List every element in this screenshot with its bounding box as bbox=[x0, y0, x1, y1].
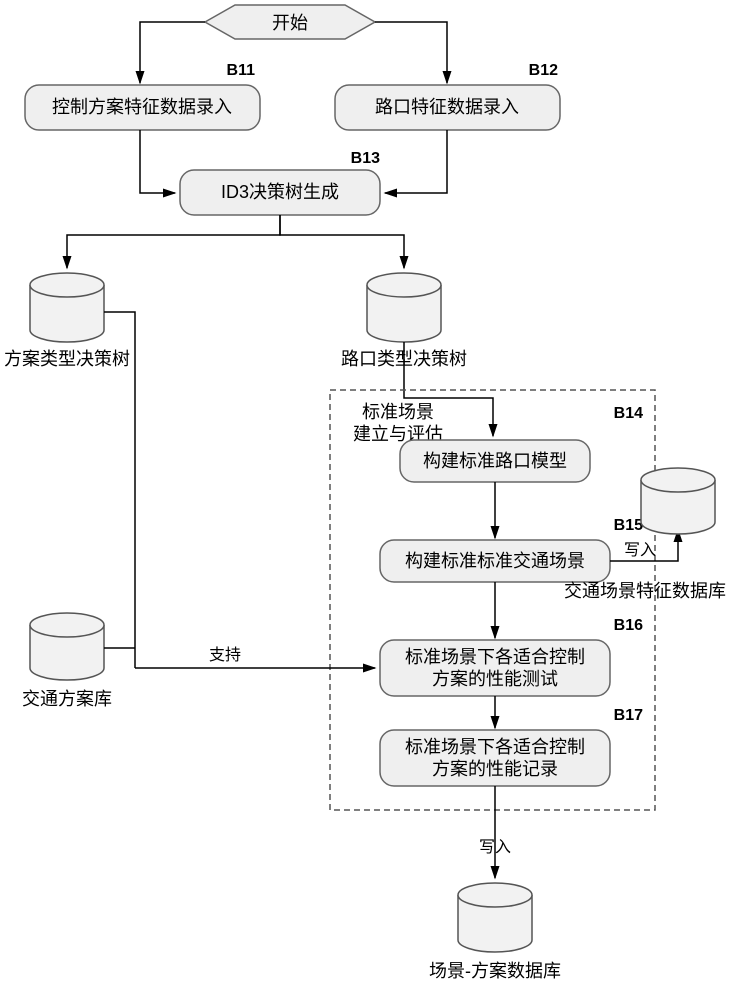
svg-text:方案的性能记录: 方案的性能记录 bbox=[432, 759, 558, 779]
flowchart-diagram: 开始 B11 控制方案特征数据录入 B12 路口特征数据录入 B13 ID3决策… bbox=[0, 0, 735, 1000]
step-b16: B16 标准场景下各适合控制 方案的性能测试 bbox=[380, 617, 643, 696]
svg-text:B14: B14 bbox=[614, 405, 643, 422]
svg-text:方案的性能测试: 方案的性能测试 bbox=[432, 669, 558, 689]
step-b14: B14 构建标准路口模型 bbox=[400, 405, 643, 482]
start-node: 开始 bbox=[205, 5, 375, 39]
edge-b13-db1 bbox=[67, 215, 280, 268]
step-b11: B11 控制方案特征数据录入 bbox=[25, 62, 260, 130]
step-b13: B13 ID3决策树生成 bbox=[180, 150, 380, 215]
svg-text:B16: B16 bbox=[614, 617, 643, 634]
svg-text:B13: B13 bbox=[351, 150, 380, 167]
svg-text:B15: B15 bbox=[614, 517, 643, 534]
svg-text:路口特征数据录入: 路口特征数据录入 bbox=[375, 97, 519, 117]
db-scene-scheme: 场景-方案数据库 bbox=[429, 883, 561, 981]
svg-text:构建标准路口模型: 构建标准路口模型 bbox=[423, 451, 567, 471]
svg-text:交通场景特征数据库: 交通场景特征数据库 bbox=[564, 581, 726, 601]
edge-b12-b13 bbox=[385, 130, 447, 193]
step-b17: B17 标准场景下各适合控制 方案的性能记录 bbox=[380, 707, 643, 786]
svg-text:构建标准标准交通场景: 构建标准标准交通场景 bbox=[405, 551, 585, 571]
edge-b13-db2 bbox=[280, 215, 404, 268]
edge-b11-b13 bbox=[140, 130, 175, 193]
svg-text:交通方案库: 交通方案库 bbox=[22, 689, 112, 709]
start-label: 开始 bbox=[272, 13, 308, 33]
svg-text:标准场景下各适合控制: 标准场景下各适合控制 bbox=[405, 647, 585, 667]
edge-label-support: 支持 bbox=[209, 646, 241, 664]
svg-text:B17: B17 bbox=[614, 707, 643, 724]
svg-text:ID3决策树生成: ID3决策树生成 bbox=[221, 182, 339, 202]
db-scene-feature: 交通场景特征数据库 bbox=[564, 468, 726, 601]
svg-text:方案类型决策树: 方案类型决策树 bbox=[4, 349, 130, 369]
edge-start-b12 bbox=[375, 22, 447, 83]
db-traffic-scheme-lib: 交通方案库 bbox=[22, 613, 112, 709]
svg-text:B11: B11 bbox=[227, 62, 256, 79]
group-title-1: 标准场景 bbox=[362, 402, 434, 422]
svg-text:场景-方案数据库: 场景-方案数据库 bbox=[429, 961, 561, 981]
edge-start-b11 bbox=[140, 22, 205, 83]
db-scheme-tree: 方案类型决策树 bbox=[4, 273, 130, 369]
edge-label-write1: 写入 bbox=[624, 542, 656, 559]
svg-text:B12: B12 bbox=[529, 62, 558, 79]
svg-text:标准场景下各适合控制: 标准场景下各适合控制 bbox=[405, 737, 585, 757]
step-b15: B15 构建标准标准交通场景 bbox=[380, 517, 643, 582]
svg-text:控制方案特征数据录入: 控制方案特征数据录入 bbox=[52, 97, 232, 117]
edge-label-write2: 写入 bbox=[479, 839, 511, 856]
